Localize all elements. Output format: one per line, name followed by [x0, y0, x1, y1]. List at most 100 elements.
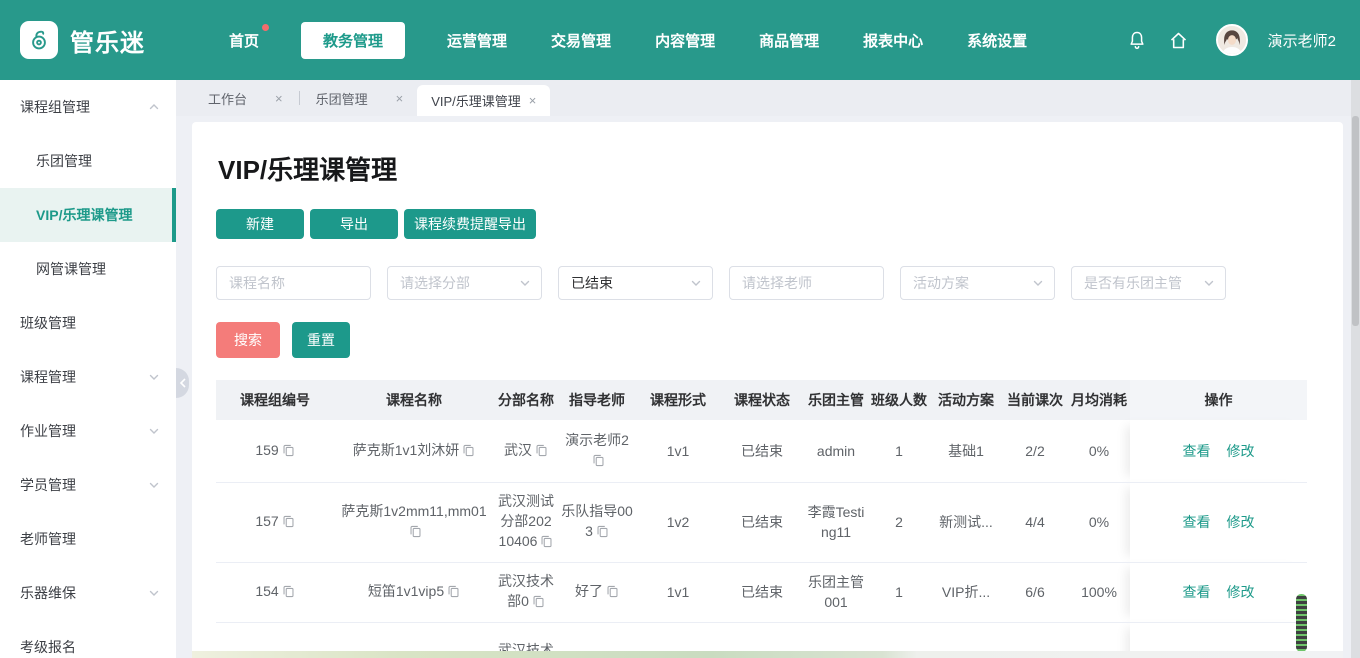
copy-icon[interactable]: [282, 442, 295, 462]
reset-button[interactable]: 重置: [292, 322, 350, 358]
action-button-1[interactable]: 新建: [216, 209, 304, 239]
table-cell: 0%: [1068, 482, 1130, 563]
cell-text: 159: [255, 441, 279, 458]
nav-item-1[interactable]: 首页: [227, 22, 270, 59]
close-icon[interactable]: ×: [275, 91, 283, 106]
nav-item-label: 商品管理: [759, 32, 820, 50]
edit-link[interactable]: 修改: [1227, 584, 1255, 600]
copy-icon[interactable]: [540, 533, 553, 553]
sidebar-item-4[interactable]: 作业管理: [0, 404, 176, 458]
brand-logo[interactable]: 管乐迷: [20, 21, 145, 59]
filter-input-4[interactable]: 请选择老师: [729, 266, 884, 300]
home-icon[interactable]: [1168, 29, 1190, 51]
cell-text: 演示老师2: [565, 431, 629, 448]
cell-text: 武汉技术部0: [498, 573, 554, 609]
close-icon[interactable]: ×: [396, 91, 404, 106]
edit-link[interactable]: 修改: [1227, 514, 1255, 530]
user-avatar[interactable]: [1215, 24, 1248, 56]
view-link[interactable]: 查看: [1183, 584, 1211, 600]
copy-icon[interactable]: [282, 583, 295, 603]
copy-icon[interactable]: [532, 593, 545, 613]
cell-text: VIP折...: [941, 584, 991, 600]
sidebar-item-6[interactable]: 老师管理: [0, 512, 176, 566]
nav-item-label: 内容管理: [655, 32, 716, 50]
table-cell: 159: [216, 420, 334, 483]
cell-text: 1: [895, 442, 903, 459]
tab-2[interactable]: 乐团管理 ×: [302, 80, 418, 116]
sidebar-item-3[interactable]: 课程管理: [0, 350, 176, 404]
sidebar-subitem-label: 网管课管理: [36, 261, 106, 277]
copy-icon[interactable]: [409, 523, 422, 543]
cell-text: 0%: [1088, 514, 1110, 530]
page-scrollbar[interactable]: [1351, 80, 1360, 658]
view-link[interactable]: 查看: [1183, 443, 1211, 459]
user-name[interactable]: 演示老师2: [1268, 30, 1336, 51]
nav-item-8[interactable]: 系统设置: [965, 22, 1029, 59]
column-header: 操作: [1130, 380, 1307, 420]
table-scrollbar-thumb[interactable]: [1296, 594, 1307, 652]
nav-item-2[interactable]: 教务管理: [301, 21, 406, 59]
table-cell: 157: [216, 482, 334, 563]
table-cell: admin: [804, 420, 868, 483]
table-cell: 短笛1v1vip5: [334, 562, 494, 623]
sidebar-subitem-2[interactable]: VIP/乐理课管理: [0, 188, 176, 242]
tab-label: 工作台: [208, 91, 248, 107]
view-link[interactable]: 查看: [1183, 514, 1211, 530]
sidebar-collapse-button[interactable]: [176, 368, 189, 398]
table-cell: 154: [216, 562, 334, 623]
sidebar-subitem-label: 乐团管理: [36, 153, 92, 169]
nav-item-5[interactable]: 内容管理: [653, 22, 717, 59]
copy-icon[interactable]: [282, 513, 295, 533]
edit-link[interactable]: 修改: [1227, 443, 1255, 459]
action-button-3[interactable]: 课程续费提醒导出: [404, 209, 536, 239]
filter-input-1[interactable]: 课程名称: [216, 266, 371, 300]
cell-text: 新测试...: [939, 514, 993, 530]
filter-select-2[interactable]: 请选择分部: [387, 266, 542, 300]
page-scrollbar-thumb[interactable]: [1352, 116, 1359, 326]
nav-item-3[interactable]: 运营管理: [445, 22, 509, 59]
sidebar-subitem-3[interactable]: 网管课管理: [0, 242, 176, 296]
copy-icon[interactable]: [592, 452, 605, 472]
sidebar-item-label: 老师管理: [20, 531, 76, 547]
filter-select-5[interactable]: 活动方案: [900, 266, 1055, 300]
cell-text: 157: [255, 513, 279, 529]
nav-item-label: 教务管理: [323, 32, 384, 50]
tab-1[interactable]: 工作台 ×: [194, 80, 297, 116]
action-button-2[interactable]: 导出: [310, 209, 398, 239]
copy-icon[interactable]: [596, 523, 609, 543]
cell-text: 已结束: [741, 584, 783, 600]
nav-item-7[interactable]: 报表中心: [861, 22, 925, 59]
copy-icon[interactable]: [447, 583, 460, 603]
copy-icon[interactable]: [535, 442, 548, 462]
sidebar-item-5[interactable]: 学员管理: [0, 458, 176, 512]
column-header: 当前课次: [1002, 380, 1068, 420]
tab-3[interactable]: VIP/乐理课管理 ×: [417, 85, 551, 116]
copy-icon[interactable]: [606, 583, 619, 603]
filter-select-6[interactable]: 是否有乐团主管: [1071, 266, 1226, 300]
column-header: 课程组编号: [216, 380, 334, 420]
search-button[interactable]: 搜索: [216, 322, 280, 358]
sidebar-item-8[interactable]: 考级报名: [0, 620, 176, 658]
table-header-row: 课程组编号 课程名称 分部名称 指导老师 课程形式 课程状态 乐团主管 班级人数 活动方案 当前课…: [216, 380, 1307, 420]
cell-text: 1v1: [666, 584, 690, 600]
sidebar-item-7[interactable]: 乐器维保: [0, 566, 176, 620]
chevron-down-icon: [1203, 277, 1215, 289]
cell-text: 已结束: [741, 442, 783, 459]
column-header: 乐团主管: [804, 380, 868, 420]
table-cell: 1: [868, 420, 930, 483]
nav-item-label: 交易管理: [551, 32, 612, 50]
nav-item-4[interactable]: 交易管理: [549, 22, 613, 59]
sidebar-item-1[interactable]: 课程组管理: [0, 80, 176, 134]
row-actions: 查看修改: [1130, 562, 1307, 623]
sidebar-item-2[interactable]: 班级管理: [0, 296, 176, 350]
nav-item-6[interactable]: 商品管理: [757, 22, 821, 59]
filter-select-3[interactable]: 已结束: [558, 266, 713, 300]
sidebar-item-label: 考级报名: [20, 639, 76, 655]
close-icon[interactable]: ×: [529, 93, 537, 108]
sidebar-item-label: 班级管理: [20, 315, 76, 331]
sidebar-subitem-1[interactable]: 乐团管理: [0, 134, 176, 188]
horizontal-scrollbar[interactable]: [192, 651, 1343, 658]
cell-text: admin: [816, 442, 856, 459]
bell-icon[interactable]: [1126, 29, 1148, 51]
copy-icon[interactable]: [462, 442, 475, 462]
